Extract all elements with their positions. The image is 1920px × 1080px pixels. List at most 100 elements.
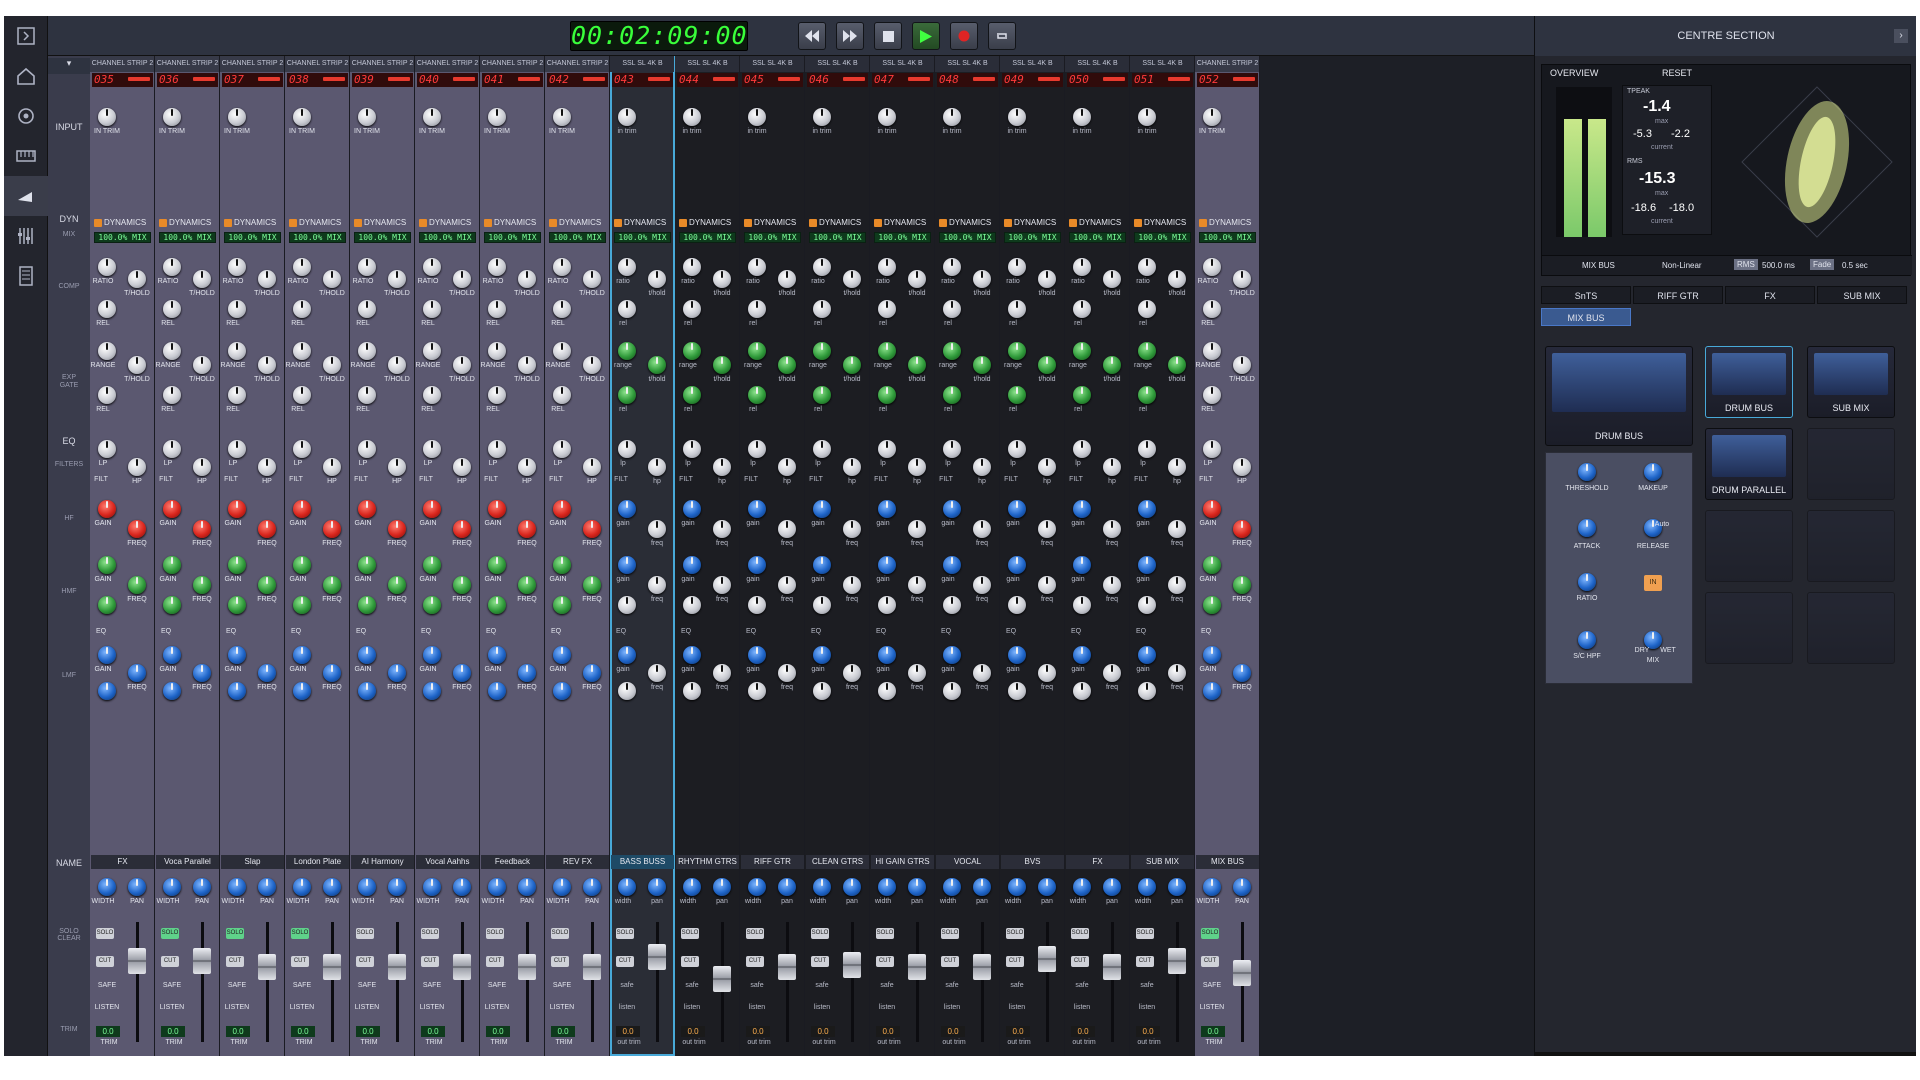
sc-hpf-knob[interactable] xyxy=(1578,631,1596,649)
tab-riff-gtr[interactable]: RIFF GTR xyxy=(1633,286,1723,304)
hp-knob[interactable] xyxy=(973,458,991,476)
gate-release-knob[interactable] xyxy=(488,386,506,404)
solo-button[interactable]: SOLO xyxy=(486,928,504,939)
gate-release-knob[interactable] xyxy=(813,386,831,404)
hmf-q-knob[interactable] xyxy=(488,596,506,614)
solo-button[interactable]: SOLO xyxy=(876,928,894,939)
lmf-q-knob[interactable] xyxy=(228,682,246,700)
release-knob[interactable] xyxy=(488,300,506,318)
hf-freq-knob[interactable] xyxy=(453,520,471,538)
safe-toggle[interactable]: SAFE xyxy=(92,982,122,989)
listen-toggle[interactable]: listen xyxy=(612,1004,642,1011)
pan-knob[interactable] xyxy=(843,878,861,896)
release-knob[interactable] xyxy=(228,300,246,318)
lp-knob[interactable] xyxy=(943,440,961,458)
pan-knob[interactable] xyxy=(453,878,471,896)
ratio-knob[interactable] xyxy=(813,258,831,276)
lp-knob[interactable] xyxy=(358,440,376,458)
threshold-knob[interactable] xyxy=(778,270,796,288)
hf-freq-knob[interactable] xyxy=(713,520,731,538)
listen-toggle[interactable]: listen xyxy=(872,1004,902,1011)
hmf-q-knob[interactable] xyxy=(293,596,311,614)
range-knob[interactable] xyxy=(358,342,376,360)
ratio-knob[interactable] xyxy=(943,258,961,276)
dynamics-mix-readout[interactable]: 100.0% MIX xyxy=(224,232,281,243)
gate-release-knob[interactable] xyxy=(553,386,571,404)
safe-toggle[interactable]: SAFE xyxy=(482,982,512,989)
range-knob[interactable] xyxy=(423,342,441,360)
hmf-q-knob[interactable] xyxy=(1138,596,1156,614)
gate-threshold-knob[interactable] xyxy=(453,356,471,374)
cut-button[interactable]: CUT xyxy=(1201,956,1219,967)
range-knob[interactable] xyxy=(683,342,701,360)
hmf-q-knob[interactable] xyxy=(813,596,831,614)
hmf-gain-knob[interactable] xyxy=(423,556,441,574)
strip-type[interactable]: SSL SL 4K B xyxy=(805,56,869,72)
dynamics-mix-readout[interactable]: 100.0% MIX xyxy=(744,232,801,243)
trim-readout[interactable]: 0.0 xyxy=(746,1026,770,1037)
gate-release-knob[interactable] xyxy=(1073,386,1091,404)
gate-release-knob[interactable] xyxy=(228,386,246,404)
safe-toggle[interactable]: SAFE xyxy=(417,982,447,989)
listen-toggle[interactable]: listen xyxy=(1002,1004,1032,1011)
width-knob[interactable] xyxy=(1073,878,1091,896)
hf-freq-knob[interactable] xyxy=(323,520,341,538)
trim-readout[interactable]: 0.0 xyxy=(681,1026,705,1037)
solo-button[interactable]: SOLO xyxy=(356,928,374,939)
gate-release-knob[interactable] xyxy=(293,386,311,404)
hf-freq-knob[interactable] xyxy=(1168,520,1186,538)
solo-button[interactable]: SOLO xyxy=(811,928,829,939)
solo-button[interactable]: SOLO xyxy=(1006,928,1024,939)
gate-threshold-knob[interactable] xyxy=(583,356,601,374)
safe-toggle[interactable]: SAFE xyxy=(352,982,382,989)
strip-type[interactable]: SSL SL 4K B xyxy=(870,56,934,72)
hf-freq-knob[interactable] xyxy=(388,520,406,538)
dynamics-toggle[interactable]: DYNAMICS xyxy=(547,217,608,229)
safe-toggle[interactable]: safe xyxy=(872,982,902,989)
dynamics-mix-readout[interactable]: 100.0% MIX xyxy=(679,232,736,243)
dynamics-toggle[interactable]: DYNAMICS xyxy=(742,217,803,229)
release-knob[interactable] xyxy=(943,300,961,318)
ratio-knob[interactable] xyxy=(1203,258,1221,276)
lmf-gain-knob[interactable] xyxy=(878,646,896,664)
gate-release-knob[interactable] xyxy=(683,386,701,404)
in-trim-knob[interactable] xyxy=(813,108,831,126)
lmf-q-knob[interactable] xyxy=(618,682,636,700)
fader-handle[interactable] xyxy=(1233,960,1251,986)
threshold-knob[interactable] xyxy=(258,270,276,288)
in-trim-knob[interactable] xyxy=(1073,108,1091,126)
pan-knob[interactable] xyxy=(518,878,536,896)
threshold-knob[interactable] xyxy=(323,270,341,288)
lp-knob[interactable] xyxy=(1008,440,1026,458)
in-trim-knob[interactable] xyxy=(423,108,441,126)
solo-button[interactable]: SOLO xyxy=(746,928,764,939)
hf-freq-knob[interactable] xyxy=(583,520,601,538)
dynamics-toggle[interactable]: DYNAMICS xyxy=(417,217,478,229)
range-knob[interactable] xyxy=(293,342,311,360)
fader-handle[interactable] xyxy=(1168,948,1186,974)
dynamics-mix-readout[interactable]: 100.0% MIX xyxy=(874,232,931,243)
fader-handle[interactable] xyxy=(453,954,471,980)
pan-knob[interactable] xyxy=(648,878,666,896)
listen-toggle[interactable]: LISTEN xyxy=(157,1004,187,1011)
hf-gain-knob[interactable] xyxy=(423,500,441,518)
pan-knob[interactable] xyxy=(193,878,211,896)
rewind-button[interactable] xyxy=(798,22,826,50)
lp-knob[interactable] xyxy=(813,440,831,458)
lmf-gain-knob[interactable] xyxy=(943,646,961,664)
hp-knob[interactable] xyxy=(323,458,341,476)
expand-panel-icon[interactable] xyxy=(4,16,48,56)
solo-button[interactable]: SOLO xyxy=(616,928,634,939)
solo-button[interactable]: SOLO xyxy=(1136,928,1154,939)
width-knob[interactable] xyxy=(813,878,831,896)
in-trim-knob[interactable] xyxy=(98,108,116,126)
trim-readout[interactable]: 0.0 xyxy=(551,1026,575,1037)
gate-threshold-knob[interactable] xyxy=(908,356,926,374)
range-knob[interactable] xyxy=(943,342,961,360)
in-trim-knob[interactable] xyxy=(488,108,506,126)
gate-threshold-knob[interactable] xyxy=(193,356,211,374)
hmf-gain-knob[interactable] xyxy=(1203,556,1221,574)
hmf-q-knob[interactable] xyxy=(943,596,961,614)
attack-knob[interactable] xyxy=(1578,519,1596,537)
fade-button[interactable]: Fade xyxy=(1810,259,1835,270)
